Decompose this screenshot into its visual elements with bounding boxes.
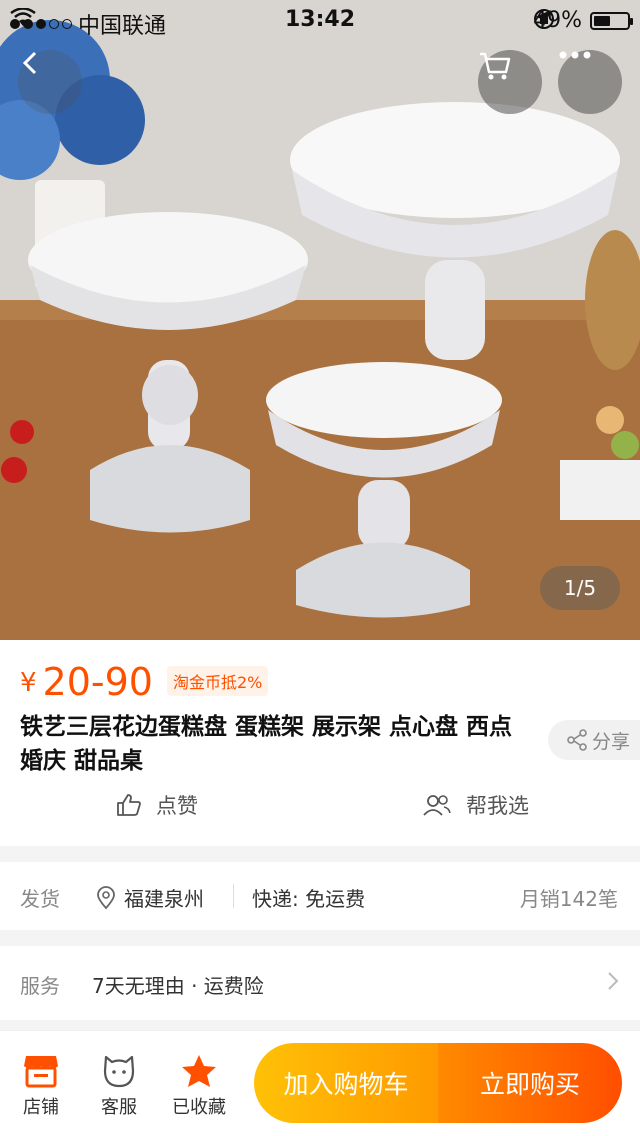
service-row[interactable]: 服务 7天无理由 · 运费险 bbox=[0, 946, 640, 1020]
delivery-row: 发货 福建泉州 快递: 免运费 月销142笔 bbox=[0, 862, 640, 930]
more-icon bbox=[559, 51, 591, 59]
customer-service-tab[interactable]: 客服 bbox=[84, 1049, 154, 1119]
star-filled-icon bbox=[182, 1055, 216, 1087]
status-right: 49% bbox=[533, 8, 633, 33]
back-button[interactable] bbox=[18, 50, 82, 114]
help-choose-label: 帮我选 bbox=[466, 794, 529, 818]
store-label: 店铺 bbox=[23, 1097, 59, 1118]
favorite-label: 已收藏 bbox=[172, 1097, 226, 1118]
cart-icon bbox=[480, 52, 511, 80]
share-icon bbox=[567, 729, 587, 751]
divider bbox=[233, 884, 234, 908]
customer-service-label: 客服 bbox=[101, 1097, 137, 1118]
product-detail-page: 中国联通 13:42 49% 1/5 ¥ 20-90 淘金币抵2% 铁艺三层花边… bbox=[0, 0, 640, 1136]
like-button[interactable]: 点赞 bbox=[116, 790, 198, 820]
buy-now-button[interactable]: 立即购买 bbox=[438, 1043, 622, 1123]
price-row: ¥ 20-90 淘金币抵2% bbox=[20, 660, 269, 704]
favorite-tab[interactable]: 已收藏 bbox=[164, 1049, 234, 1119]
delivery-label: 发货 bbox=[20, 887, 60, 911]
share-label: 分享 bbox=[592, 730, 631, 753]
chevron-right-icon bbox=[608, 972, 619, 990]
back-icon bbox=[22, 51, 37, 75]
price: 20-90 bbox=[42, 660, 153, 704]
product-title: 铁艺三层花边蛋糕盘 蛋糕架 展示架 点心盘 西点 婚庆 甜品桌 bbox=[20, 714, 513, 774]
coin-discount-badge: 淘金币抵2% bbox=[166, 666, 269, 696]
service-label: 服务 bbox=[20, 974, 60, 998]
store-icon bbox=[24, 1056, 58, 1088]
social-actions: 点赞 帮我选 bbox=[0, 790, 640, 834]
ship-from-location: 福建泉州 bbox=[96, 883, 204, 912]
store-tab[interactable]: 店铺 bbox=[6, 1049, 76, 1119]
monthly-sales: 月销142笔 bbox=[519, 887, 618, 911]
add-to-cart-button[interactable]: 加入购物车 bbox=[254, 1043, 438, 1123]
location-text: 福建泉州 bbox=[124, 887, 204, 911]
product-photo bbox=[0, 0, 640, 640]
shipping-fee: 快递: 免运费 bbox=[252, 887, 366, 911]
service-value: 7天无理由 · 运费险 bbox=[92, 974, 264, 998]
like-label: 点赞 bbox=[156, 794, 198, 818]
product-image-carousel[interactable]: 中国联通 13:42 49% 1/5 bbox=[0, 0, 640, 640]
status-bar: 中国联通 13:42 49% bbox=[0, 0, 640, 40]
customer-service-icon bbox=[103, 1055, 135, 1088]
share-button[interactable]: 分享 bbox=[548, 720, 640, 760]
battery-icon bbox=[590, 11, 633, 30]
thumbs-up-icon bbox=[117, 794, 141, 816]
product-info-panel: ¥ 20-90 淘金币抵2% 铁艺三层花边蛋糕盘 蛋糕架 展示架 点心盘 西点 … bbox=[0, 640, 640, 846]
people-icon bbox=[423, 795, 451, 816]
bottom-action-bar: 店铺 客服 已收藏 加入购物车 立即购买 bbox=[0, 1030, 640, 1136]
help-choose-button[interactable]: 帮我选 bbox=[422, 790, 529, 820]
location-pin-icon bbox=[97, 885, 115, 909]
image-page-indicator: 1/5 bbox=[540, 566, 620, 610]
more-button[interactable] bbox=[558, 50, 622, 114]
currency-symbol: ¥ bbox=[20, 668, 37, 698]
location-arrow-icon bbox=[535, 10, 552, 26]
cart-button[interactable] bbox=[478, 50, 542, 114]
